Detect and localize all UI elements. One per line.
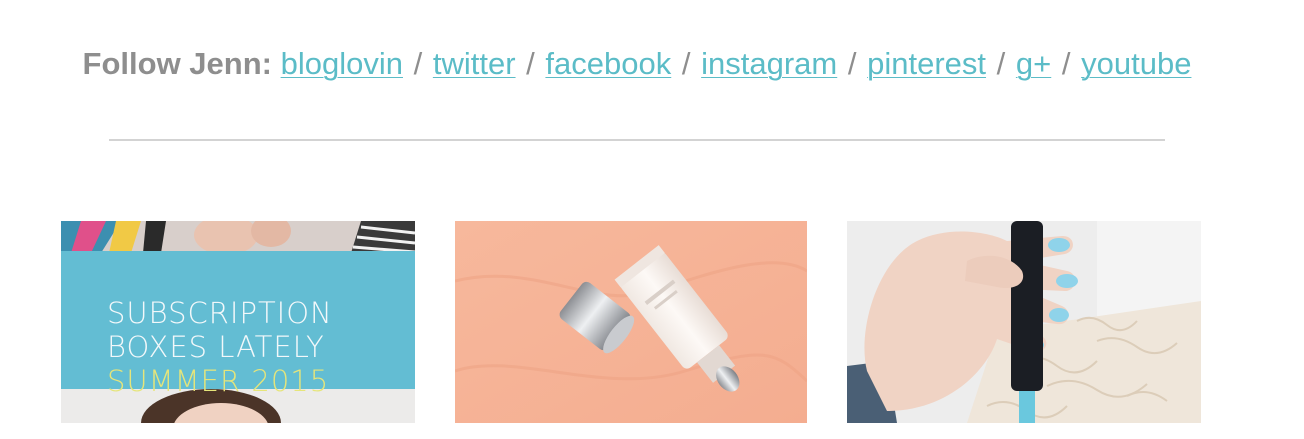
follow-bar: Follow Jenn: bloglovin / twitter / faceb…: [0, 42, 1274, 86]
link-separator: /: [526, 46, 535, 81]
twitter-link[interactable]: twitter: [433, 46, 516, 81]
facebook-link[interactable]: facebook: [545, 46, 671, 81]
link-separator: /: [681, 46, 691, 81]
thumbnail-photo: [847, 221, 1201, 423]
link-separator: /: [847, 46, 857, 81]
banner-line-2: BOXES LATELY: [107, 330, 325, 364]
post-thumbnail-eye-cream[interactable]: [455, 221, 807, 423]
thumbnail-photo: [455, 221, 807, 423]
pinterest-link[interactable]: pinterest: [867, 46, 986, 81]
section-divider: [109, 139, 1165, 141]
follow-label: Follow Jenn:: [82, 46, 272, 81]
link-separator: /: [1061, 46, 1071, 81]
post-thumbnail-subscription-boxes[interactable]: SUBSCRIPTION BOXES LATELY SUMMER 2015: [61, 221, 415, 423]
post-banner: SUBSCRIPTION BOXES LATELY SUMMER 2015: [61, 251, 415, 398]
instagram-link[interactable]: instagram: [701, 46, 837, 81]
banner-line-3: SUMMER 2015: [107, 364, 330, 398]
banner-line-1: SUBSCRIPTION: [107, 296, 333, 330]
link-separator: /: [996, 46, 1006, 81]
link-separator: /: [413, 46, 423, 81]
google-plus-link[interactable]: g+: [1016, 46, 1051, 81]
post-thumbnail-nail-polish[interactable]: [847, 221, 1201, 423]
bloglovin-link[interactable]: bloglovin: [281, 46, 403, 81]
youtube-link[interactable]: youtube: [1081, 46, 1191, 81]
